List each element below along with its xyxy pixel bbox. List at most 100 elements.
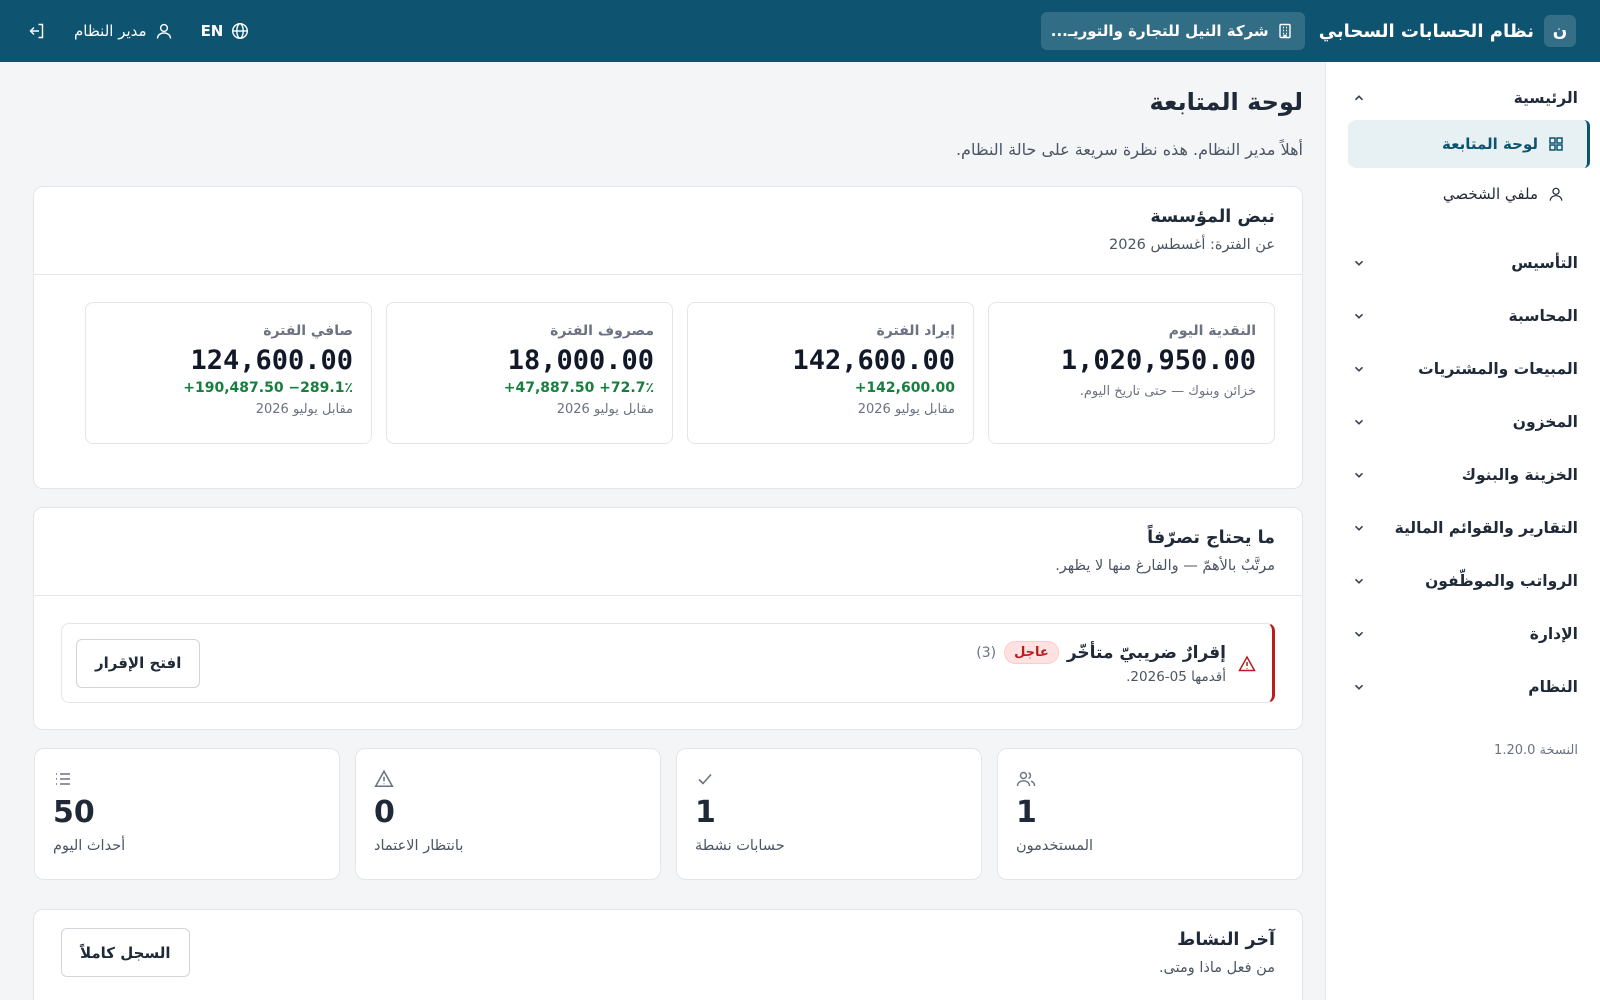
sidebar-item-dashboard[interactable]: لوحة المتابعة bbox=[1348, 120, 1590, 168]
organization-pulse-card: نبض المؤسسة عن الفترة: أغسطس 2026 النقدي… bbox=[33, 186, 1303, 489]
company-switcher[interactable]: شركة النيل للتجارة والتوريـ... bbox=[1040, 12, 1305, 50]
chevron-down-icon bbox=[1354, 525, 1364, 531]
building-icon bbox=[1278, 23, 1291, 39]
top-bar: ن نظام الحسابات السحابي شركة النيل للتجا… bbox=[0, 0, 1600, 62]
language-label: EN bbox=[200, 22, 224, 40]
chevron-down-icon bbox=[1354, 631, 1364, 637]
chevron-down-icon bbox=[1354, 366, 1364, 372]
page-title: لوحة المتابعة bbox=[1149, 88, 1303, 116]
users-icon-wrap bbox=[1016, 769, 1276, 789]
stat-value: 1 bbox=[1016, 795, 1037, 830]
kpi-note: خزائن وبنوك — حتى تاريخ اليوم. bbox=[1079, 384, 1256, 399]
sidebar-item-label: ملفي الشخصي bbox=[1442, 185, 1538, 203]
sidebar-group-label: الإدارة bbox=[1529, 624, 1578, 643]
stat-label: المستخدمون bbox=[1016, 838, 1094, 854]
page-subtitle: أهلاً مدير النظام. هذه نظرة سريعة على حا… bbox=[955, 140, 1303, 159]
alert-body: إقرارٌ ضريبيّ متأخّر عاجل (3) أقدمها 05-… bbox=[976, 641, 1256, 685]
sidebar-group-system[interactable]: النظام bbox=[1348, 660, 1590, 713]
recent-activity-card: آخر النشاط من فعل ماذا ومتى. السجل كاملا… bbox=[33, 909, 1303, 1000]
app-version: النسخة 1.20.0 bbox=[1494, 743, 1578, 758]
kpi-value: 142,600.00 bbox=[792, 345, 955, 376]
sidebar-group-accounting[interactable]: المحاسبة bbox=[1348, 289, 1590, 342]
full-log-button[interactable]: السجل كاملاً bbox=[61, 928, 190, 977]
stat-label: أحداث اليوم bbox=[53, 838, 126, 854]
users-icon bbox=[1016, 771, 1036, 787]
sidebar-group-label: النظام bbox=[1528, 677, 1578, 696]
list-icon-wrap bbox=[53, 769, 313, 789]
card-header: ما يحتاج تصرّفاً مرتَّبٌ بالأهمّ — والفا… bbox=[34, 508, 1302, 596]
chevron-down-icon bbox=[1354, 472, 1364, 478]
period-label: عن الفترة: أغسطس 2026 bbox=[1109, 237, 1275, 253]
kpi-period-net: صافي الفترة 124,600.00 +190,487.50 −289.… bbox=[85, 302, 372, 444]
kpi-value: 1,020,950.00 bbox=[1060, 345, 1256, 376]
stat-pending-approval: 0 بانتظار الاعتماد bbox=[355, 748, 661, 880]
sidebar-group-inventory[interactable]: المخزون bbox=[1348, 395, 1590, 448]
user-name: مدير النظام bbox=[74, 22, 147, 40]
stat-active-accounts: 1 حسابات نشطة bbox=[676, 748, 982, 880]
stat-value: 0 bbox=[374, 795, 395, 830]
sidebar-group-setup[interactable]: التأسيس bbox=[1348, 236, 1590, 289]
card-title: آخر النشاط bbox=[1177, 930, 1275, 950]
kpi-period-expense: مصروف الفترة 18,000.00 +47,887.50 +72.7٪… bbox=[386, 302, 673, 444]
sidebar-group-payroll[interactable]: الرواتب والموظّفون bbox=[1348, 554, 1590, 607]
kpi-note: مقابل يوليو 2026 bbox=[255, 402, 353, 417]
alert-title-row: إقرارٌ ضريبيّ متأخّر عاجل (3) bbox=[976, 641, 1226, 664]
logout-button[interactable] bbox=[28, 22, 46, 40]
sidebar-group-sales-purchases[interactable]: المبيعات والمشتريات bbox=[1348, 342, 1590, 395]
stat-label: بانتظار الاعتماد bbox=[374, 838, 464, 854]
card-heading: آخر النشاط من فعل ماذا ومتى. bbox=[1159, 930, 1275, 998]
sidebar-group-label: الرواتب والموظّفون bbox=[1425, 571, 1578, 590]
kpi-cash-today: النقدية اليوم 1,020,950.00 خزائن وبنوك —… bbox=[988, 302, 1275, 444]
sidebar-group-label: المحاسبة bbox=[1508, 306, 1579, 325]
open-tax-return-button[interactable]: افتح الإقرار bbox=[76, 638, 201, 688]
chevron-down-icon bbox=[1354, 684, 1364, 690]
language-switcher[interactable]: EN bbox=[201, 22, 250, 40]
kpi-note: مقابل يوليو 2026 bbox=[857, 402, 955, 417]
sidebar-group-label: التقارير والقوائم المالية bbox=[1394, 518, 1578, 537]
card-title: نبض المؤسسة bbox=[1150, 207, 1275, 227]
kpi-label: النقدية اليوم bbox=[1168, 323, 1256, 339]
sidebar-group-reports[interactable]: التقارير والقوائم المالية bbox=[1348, 501, 1590, 554]
overdue-tax-return-alert: إقرارٌ ضريبيّ متأخّر عاجل (3) أقدمها 05-… bbox=[61, 623, 1275, 703]
main-content: لوحة المتابعة أهلاً مدير النظام. هذه نظر… bbox=[33, 62, 1303, 1000]
urgent-badge: عاجل bbox=[1004, 641, 1059, 664]
sidebar-item-label: لوحة المتابعة bbox=[1442, 135, 1538, 153]
kpi-note: مقابل يوليو 2026 bbox=[556, 402, 654, 417]
kpi-value: 18,000.00 bbox=[507, 345, 654, 376]
sidebar-group-label: الرئيسية bbox=[1513, 89, 1578, 107]
top-bar-actions: EN مدير النظام bbox=[28, 22, 249, 40]
sidebar: الرئيسية لوحة المتابعة ملفي الشخصي التأس… bbox=[1325, 62, 1600, 1000]
user-icon bbox=[156, 23, 171, 39]
app-logo: ن bbox=[1544, 15, 1576, 47]
kpi-value: 124,600.00 bbox=[190, 345, 353, 376]
kpi-delta: +47,887.50 +72.7٪ bbox=[503, 380, 654, 396]
globe-icon bbox=[232, 22, 249, 40]
user-icon bbox=[1549, 187, 1563, 201]
sidebar-group-home[interactable]: الرئيسية bbox=[1348, 76, 1590, 120]
chevron-down-icon bbox=[1354, 313, 1364, 319]
card-title: ما يحتاج تصرّفاً bbox=[1147, 528, 1275, 548]
user-menu[interactable]: مدير النظام bbox=[74, 22, 173, 40]
top-bar-brand: ن نظام الحسابات السحابي شركة النيل للتجا… bbox=[1040, 12, 1576, 50]
kpi-delta: +142,600.00 bbox=[854, 380, 955, 396]
sidebar-group-treasury[interactable]: الخزينة والبنوك bbox=[1348, 448, 1590, 501]
alert-title: إقرارٌ ضريبيّ متأخّر bbox=[1066, 642, 1226, 663]
stats-row: 1 المستخدمون 1 حسابات نشطة 0 بانتظار الا… bbox=[33, 748, 1303, 880]
stat-users: 1 المستخدمون bbox=[997, 748, 1303, 880]
check-icon-wrap bbox=[695, 769, 955, 789]
chevron-down-icon bbox=[1354, 419, 1364, 425]
kpi-row: النقدية اليوم 1,020,950.00 خزائن وبنوك —… bbox=[61, 302, 1275, 444]
sidebar-item-profile[interactable]: ملفي الشخصي bbox=[1348, 170, 1590, 218]
kpi-label: صافي الفترة bbox=[263, 323, 353, 339]
card-header: آخر النشاط من فعل ماذا ومتى. السجل كاملا… bbox=[34, 910, 1302, 998]
dashboard-grid-icon bbox=[1549, 137, 1563, 151]
stat-value: 1 bbox=[695, 795, 716, 830]
stat-value: 50 bbox=[53, 795, 95, 830]
company-name: شركة النيل للتجارة والتوريـ... bbox=[1050, 22, 1269, 40]
warning-icon-wrap bbox=[374, 769, 634, 789]
logout-icon bbox=[29, 23, 44, 39]
sidebar-group-label: التأسيس bbox=[1511, 253, 1578, 272]
chevron-down-icon bbox=[1354, 578, 1364, 584]
card-subtitle: مرتَّبٌ بالأهمّ — والفارغ منها لا يظهر. bbox=[1055, 558, 1275, 574]
sidebar-group-administration[interactable]: الإدارة bbox=[1348, 607, 1590, 660]
